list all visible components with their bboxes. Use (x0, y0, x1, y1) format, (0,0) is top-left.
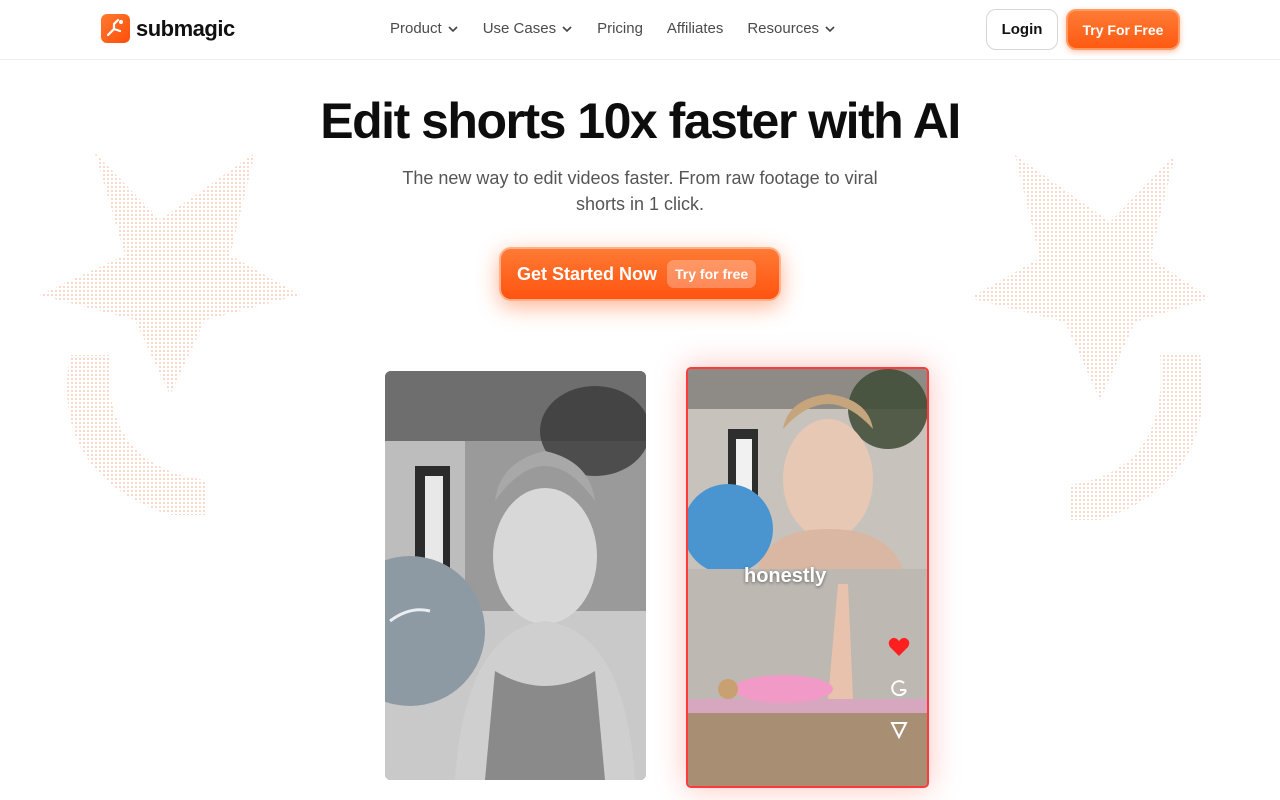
chevron-down-icon (825, 25, 835, 32)
nav-item-product[interactable]: Product (390, 20, 459, 37)
nav-item-affiliates[interactable]: Affiliates (667, 20, 723, 37)
edited-short-preview[interactable]: honestly (686, 367, 929, 788)
hero-subtitle: The new way to edit videos faster. From … (402, 168, 878, 214)
decorative-star-left (40, 153, 300, 515)
share-icon[interactable] (890, 679, 908, 697)
nav-item-label: Use Cases (482, 20, 557, 37)
nav-item-label: Pricing (597, 20, 643, 37)
nav-item-resources[interactable]: Resources (747, 20, 836, 37)
decorative-star-right (970, 155, 1210, 520)
hero-title: Edit shorts 10x faster with AI (320, 93, 961, 149)
logo-icon (101, 14, 130, 43)
send-icon[interactable] (890, 721, 908, 739)
cta-badge: Try for free (667, 260, 757, 288)
login-button[interactable]: Login (986, 9, 1058, 50)
nav-item-pricing[interactable]: Pricing (597, 20, 643, 37)
nav-item-label: Affiliates (666, 20, 724, 37)
nav-item-use-cases[interactable]: Use Cases (483, 20, 573, 37)
chevron-down-icon (562, 25, 572, 32)
heart-icon[interactable] (888, 637, 910, 657)
get-started-button[interactable]: Get Started Now Try for free (499, 247, 781, 301)
cta-label: Get Started Now (517, 263, 658, 284)
nav-item-label: Product (390, 20, 442, 37)
site-header: submagic Product Use Cases Pricing Affil… (0, 0, 1280, 60)
try-for-free-button[interactable]: Try For Free (1066, 9, 1180, 50)
main-nav: Product Use Cases Pricing Affiliates Res… (390, 20, 836, 37)
raw-footage-image (385, 371, 646, 780)
nav-item-label: Resources (747, 20, 820, 37)
raw-footage-preview[interactable] (385, 371, 646, 780)
caption-word: honestly (744, 565, 827, 587)
chevron-down-icon (448, 25, 458, 32)
brand-name: submagic (136, 15, 235, 41)
brand-logo[interactable]: submagic (101, 14, 235, 43)
